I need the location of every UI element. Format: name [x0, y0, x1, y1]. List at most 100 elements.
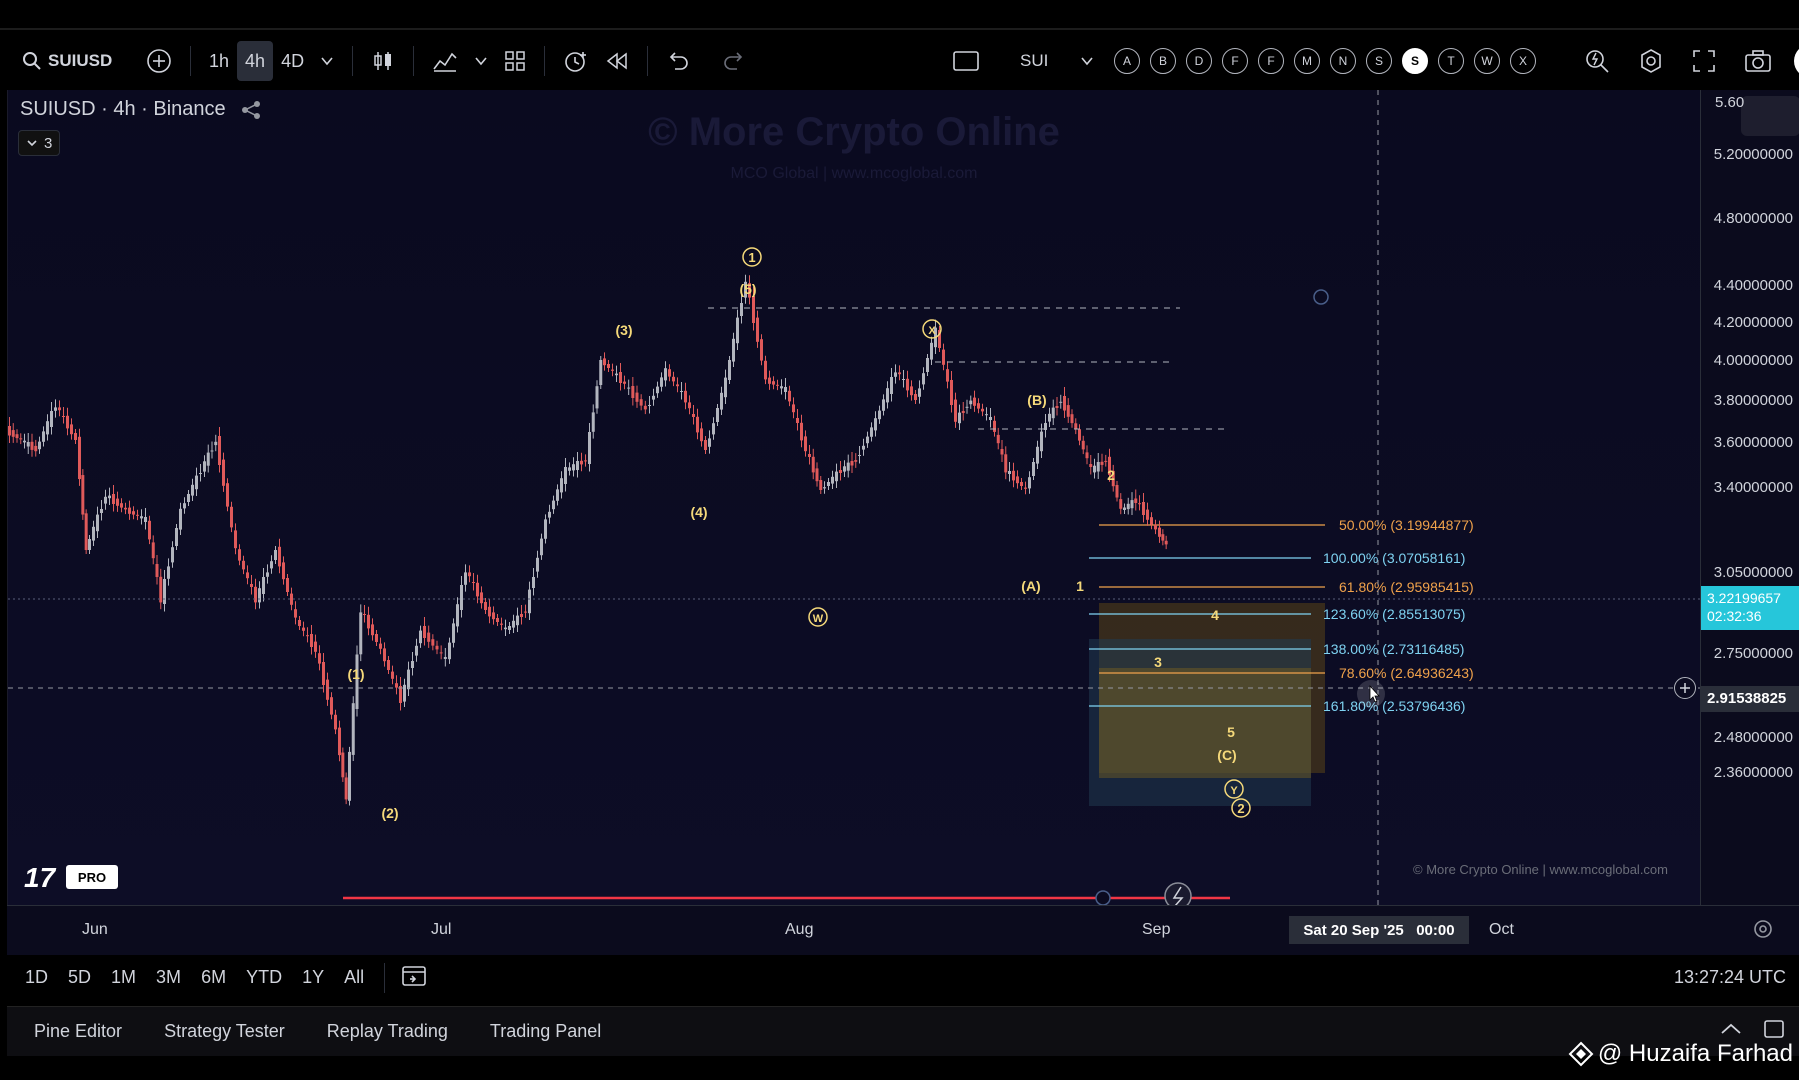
- candle-body: [359, 612, 363, 655]
- crosshair-add-button[interactable]: [1674, 677, 1696, 699]
- range-button-1y[interactable]: 1Y: [292, 967, 334, 988]
- range-button-6m[interactable]: 6M: [191, 967, 236, 988]
- wave-letter-button[interactable]: X: [1510, 48, 1536, 74]
- candle-body: [1074, 423, 1078, 430]
- drawing-anchor-point[interactable]: [1313, 289, 1329, 305]
- support-line-handle[interactable]: [1095, 890, 1111, 906]
- interval-dropdown[interactable]: [312, 41, 342, 81]
- candle-body: [391, 671, 394, 679]
- interval-1h[interactable]: 1h: [201, 41, 237, 81]
- wave-letter-button[interactable]: S: [1402, 48, 1428, 74]
- legend-title: SUIUSD · 4h · Binance: [20, 98, 226, 120]
- axis-settings-button[interactable]: [1752, 918, 1774, 945]
- price-axis[interactable]: 5.20000000 4.80000000 4.40000000 4.20000000…: [1700, 90, 1799, 905]
- candle-body: [684, 390, 687, 403]
- undo-button[interactable]: [658, 41, 698, 81]
- candle-body: [222, 459, 225, 486]
- wave-letter-button[interactable]: A: [1114, 48, 1140, 74]
- wave-label-5: (5): [739, 281, 756, 297]
- symbol-input[interactable]: SUI: [1012, 41, 1056, 81]
- tab-trading-panel[interactable]: Trading Panel: [469, 1021, 622, 1042]
- wave-label-2: (2): [381, 805, 398, 821]
- indicators-button[interactable]: [424, 41, 466, 81]
- redo-button[interactable]: [714, 41, 754, 81]
- candle-body: [1119, 499, 1123, 509]
- candle-body: [371, 624, 374, 636]
- chart-pane[interactable]: © More Crypto Online MCO Global | www.mc…: [7, 90, 1701, 910]
- wave-label-B: (B): [1027, 392, 1046, 408]
- candle-body: [819, 480, 823, 490]
- candle-body: [1016, 476, 1019, 484]
- candle-body: [58, 407, 61, 411]
- candle-body: [692, 414, 695, 417]
- candle-body: [862, 445, 865, 450]
- layout-toggle-button[interactable]: [944, 41, 988, 81]
- wave-minor-1: 1: [1076, 578, 1084, 594]
- replay-button[interactable]: [597, 41, 637, 81]
- wave-letter-button[interactable]: N: [1330, 48, 1356, 74]
- time-axis[interactable]: Jun Jul Aug Sep Oct Sat 20 Sep '25 00:00: [7, 905, 1799, 955]
- price-axis-tools[interactable]: [1741, 96, 1799, 136]
- candle-body: [124, 507, 127, 510]
- tab-strategy-tester[interactable]: Strategy Tester: [143, 1021, 306, 1042]
- candle-body: [250, 584, 253, 587]
- share-icon[interactable]: [240, 99, 262, 121]
- candle-body: [720, 392, 723, 410]
- candle-body: [484, 602, 487, 610]
- snapshot-button[interactable]: [1736, 41, 1780, 81]
- candle-body: [850, 461, 854, 466]
- candle-body: [476, 582, 479, 597]
- layouts-button[interactable]: [496, 41, 534, 81]
- candle-body: [88, 539, 91, 550]
- add-symbol-button[interactable]: [138, 41, 180, 81]
- candle-body: [226, 483, 229, 507]
- range-button-1m[interactable]: 1M: [101, 967, 146, 988]
- tab-pine-editor[interactable]: Pine Editor: [13, 1021, 143, 1042]
- range-button-all[interactable]: All: [334, 967, 374, 988]
- chart-type-button[interactable]: [363, 41, 403, 81]
- range-button-3m[interactable]: 3M: [146, 967, 191, 988]
- range-button-ytd[interactable]: YTD: [236, 967, 292, 988]
- candle-body: [996, 434, 1000, 444]
- utc-clock[interactable]: 13:27:24 UTC: [1674, 967, 1786, 988]
- wave-letter-button[interactable]: M: [1294, 48, 1320, 74]
- candle-body: [175, 528, 178, 546]
- candle-body: [348, 751, 351, 801]
- alert-button[interactable]: [555, 41, 597, 81]
- candle-body: [70, 424, 73, 435]
- wave-letter-button[interactable]: T: [1438, 48, 1464, 74]
- settings-button[interactable]: [1630, 41, 1672, 81]
- indicators-dropdown[interactable]: [466, 41, 496, 81]
- plus-circle-icon: [147, 49, 171, 73]
- wave-letter-button[interactable]: S: [1366, 48, 1392, 74]
- interval-4h[interactable]: 4h: [237, 41, 274, 81]
- quick-search-button[interactable]: [1576, 41, 1618, 81]
- collapse-panel-button[interactable]: [1719, 1021, 1743, 1042]
- interval-4d[interactable]: 4D: [273, 41, 312, 81]
- wave-letter-button[interactable]: B: [1150, 48, 1176, 74]
- profile-avatar[interactable]: P: [1794, 44, 1799, 78]
- symbol-search-button[interactable]: SUIUSD: [14, 41, 120, 81]
- wave-letter-button[interactable]: D: [1186, 48, 1212, 74]
- tab-replay-trading[interactable]: Replay Trading: [306, 1021, 469, 1042]
- goto-date-button[interactable]: [395, 963, 433, 992]
- wave-letter-button[interactable]: W: [1474, 48, 1500, 74]
- candle-body: [38, 441, 41, 450]
- price-chart[interactable]: © More Crypto Online MCO Global | www.mc…: [8, 90, 1701, 910]
- candle-body: [576, 461, 579, 470]
- symbol-dropdown[interactable]: [1072, 41, 1102, 81]
- wave-letter-button[interactable]: F: [1258, 48, 1284, 74]
- range-button-5d[interactable]: 5D: [58, 967, 101, 988]
- candle-body: [700, 428, 703, 442]
- candle-body: [310, 634, 313, 647]
- wave-letter-button[interactable]: F: [1222, 48, 1248, 74]
- lightning-search-icon: [1586, 50, 1609, 73]
- candlesticks: [8, 274, 1168, 806]
- candle-body: [588, 432, 591, 464]
- candle-body: [792, 404, 795, 413]
- chevron-down-icon: [475, 57, 487, 66]
- range-button-1d[interactable]: 1D: [15, 967, 58, 988]
- candle-body: [187, 494, 190, 502]
- legend-collapse-button[interactable]: 3: [18, 130, 61, 156]
- fullscreen-button[interactable]: [1684, 41, 1724, 81]
